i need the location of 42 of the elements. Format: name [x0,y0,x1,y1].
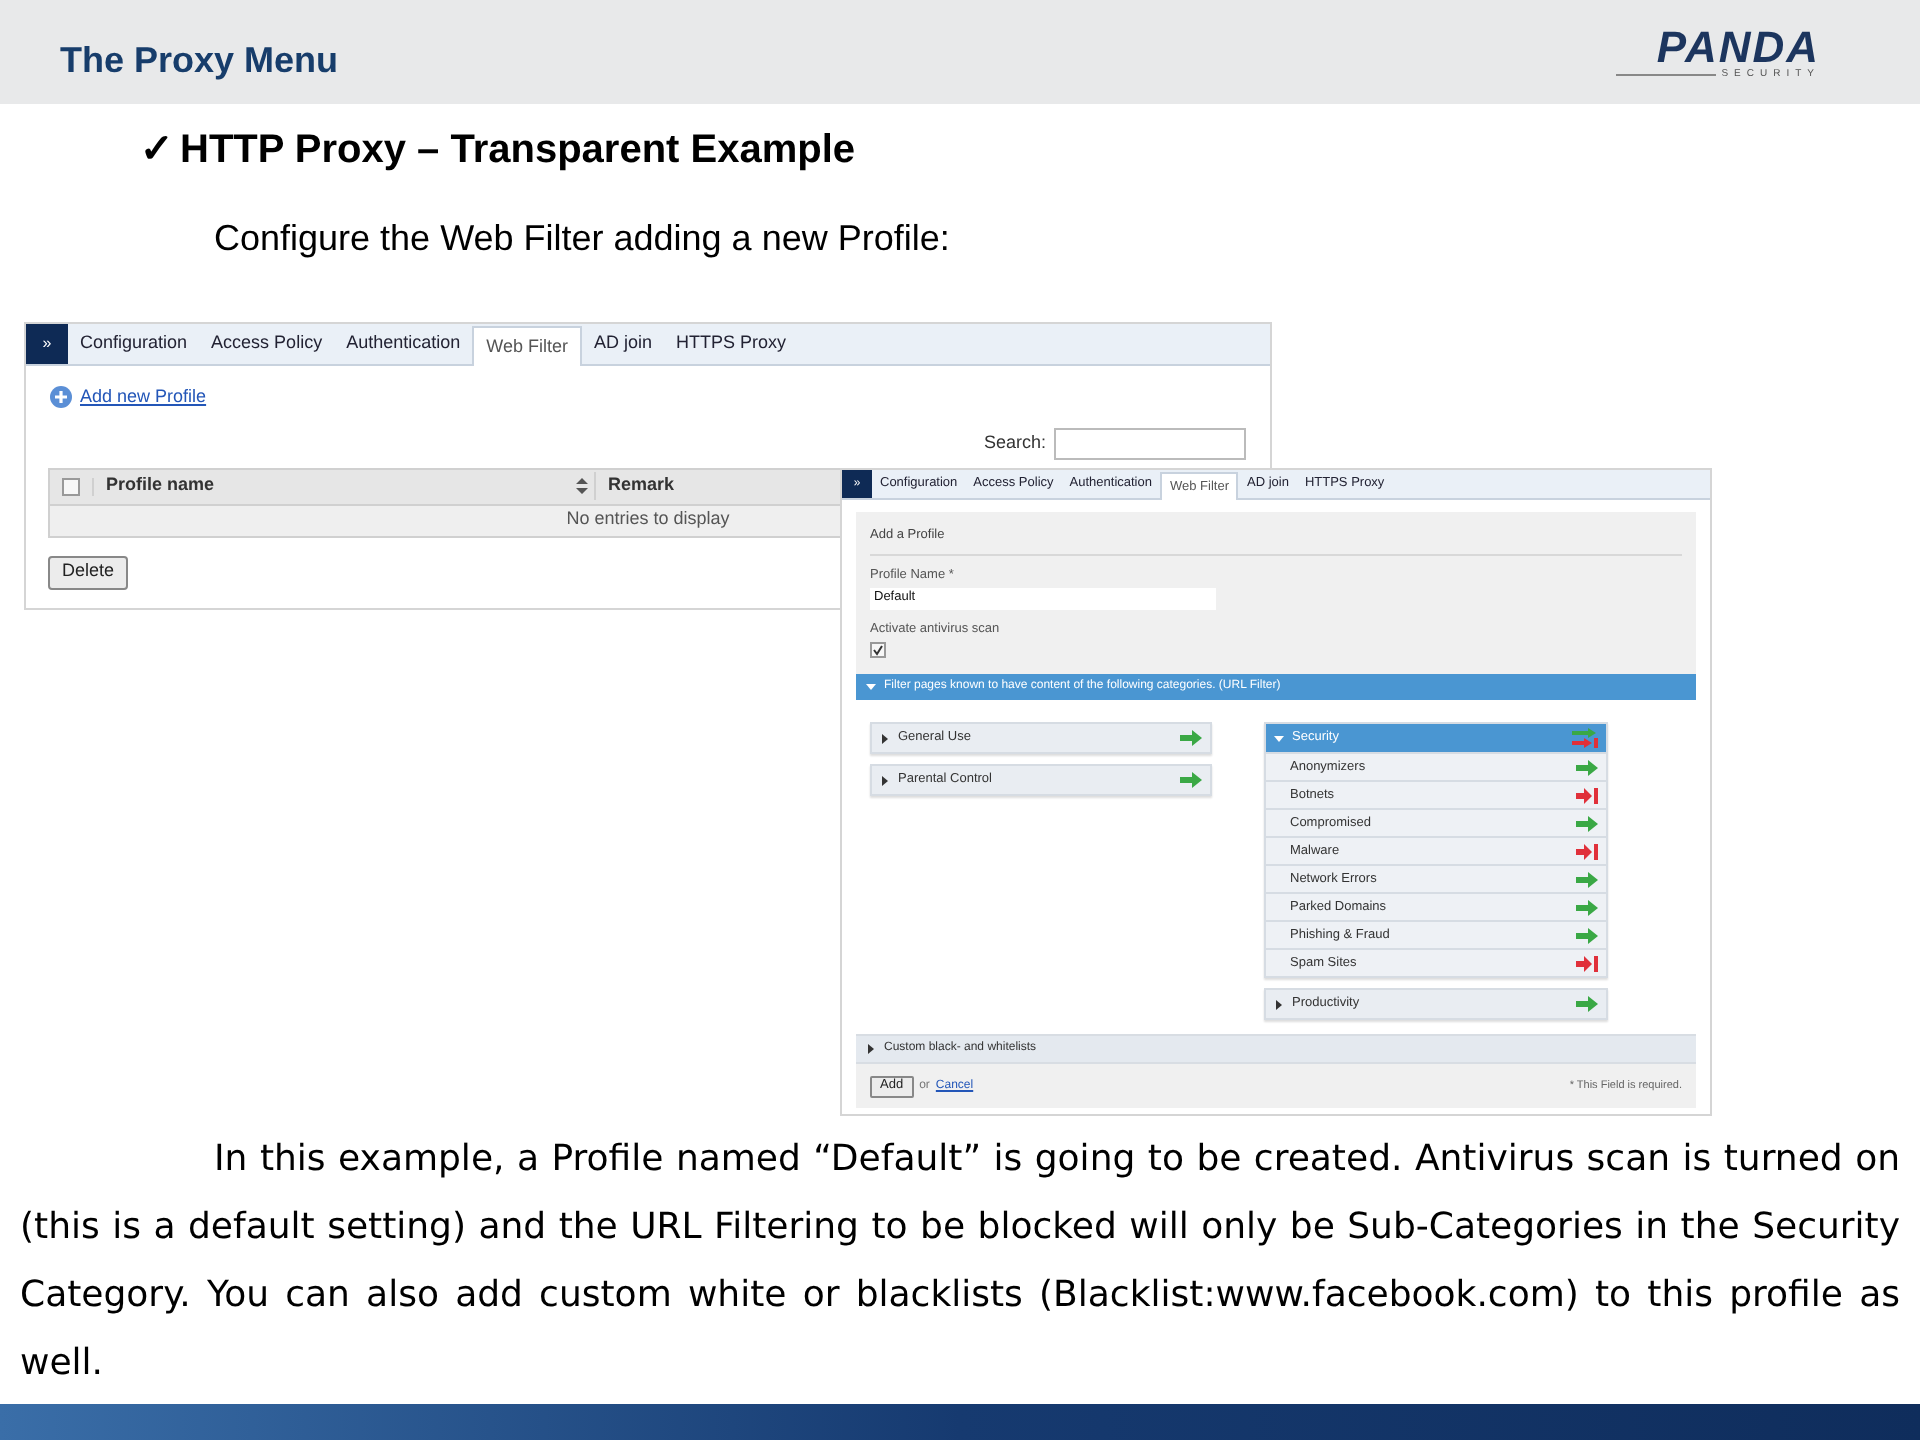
body-paragraph: In this example, a Profile named “Default” is going to be created. Antivirus scan is turned on (this is a default setting) and the URL Filtering to be blocked will only be Sub-Categories in the Security Category. You can also add custom white or blacklists (Blacklist:www.facebook.com) to this profile as well. [20,1136,1900,1388]
menu-toggle-button[interactable]: » [26,324,68,364]
arrow-icon[interactable] [1576,815,1598,832]
tab[interactable]: Web Filter [472,326,582,366]
arrow-icon[interactable] [1576,996,1598,1013]
antivirus-checkbox[interactable] [870,642,886,659]
delete-button[interactable]: Delete [48,555,129,589]
sort-icon[interactable] [576,478,588,494]
add-profile-link[interactable]: Add new Profile [80,384,207,411]
column-header[interactable]: Remark [596,472,675,500]
search-label: Search: [983,429,1046,456]
arrow-icon[interactable] [1576,871,1598,888]
arrow-icon[interactable] [1180,730,1202,747]
intro-text: Configure the Web Filter adding a new Profile: [214,215,950,262]
blocked-arrow-icon[interactable] [1576,787,1598,804]
caret-icon [866,1044,876,1055]
empty-table-message: No entries to display [566,506,730,533]
arrow-icon[interactable] [1576,759,1598,776]
tab[interactable]: Access Policy [199,324,335,364]
search-field[interactable] [1054,427,1246,459]
caret-icon [866,682,876,693]
checkmark-bullet: ✓ [140,126,174,176]
caret-icon [1274,733,1284,744]
slide-heading: HTTP Proxy – Transparent Example [180,126,856,176]
select-all-checkbox[interactable] [62,477,80,495]
arrow-icon[interactable] [1576,899,1598,916]
slide-section-title: The Proxy Menu [60,38,339,84]
tab[interactable]: Authentication [334,324,473,364]
tab[interactable]: HTTPS Proxy [663,324,798,364]
tab[interactable]: AD join [581,324,664,364]
caret-icon [880,775,890,786]
column-header[interactable]: Profile name [106,472,215,500]
logo-wordmark: PANDA [1656,26,1820,70]
mixed-arrows-icon[interactable] [1572,728,1598,749]
tab[interactable]: Configuration [68,324,200,364]
blocked-arrow-icon[interactable] [1576,843,1598,860]
blocked-arrow-icon[interactable] [1576,955,1598,972]
arrow-icon[interactable] [1180,772,1202,789]
caret-icon [880,733,890,744]
caret-icon [1274,999,1284,1010]
arrow-icon[interactable] [1576,927,1598,944]
add-icon [50,386,72,409]
